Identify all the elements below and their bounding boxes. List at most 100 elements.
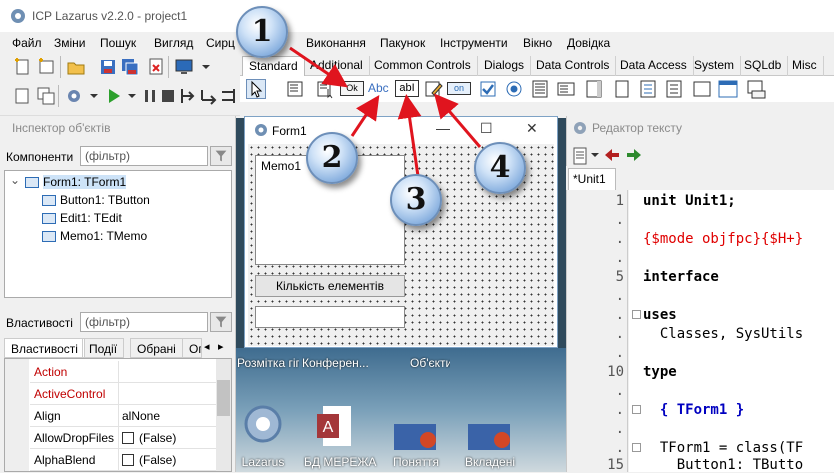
menu-search[interactable]: Пошук	[100, 36, 136, 50]
property-row-alphablend[interactable]: AlphaBlend (False)	[30, 449, 216, 471]
filter-icon[interactable]	[210, 312, 232, 332]
chevron-down-icon[interactable]	[590, 150, 600, 160]
lazarus-desktop-icon[interactable]	[243, 402, 283, 450]
menu-edit[interactable]: Зміни	[54, 36, 86, 50]
step-out-icon[interactable]	[218, 86, 238, 106]
tab-unit1[interactable]: *Unit1	[568, 168, 616, 190]
open-icon[interactable]	[66, 57, 86, 77]
close-file-icon[interactable]	[146, 57, 166, 77]
menu-run[interactable]: Виконання	[306, 36, 366, 50]
save-all-icon[interactable]	[120, 57, 140, 77]
tree-node-edit1[interactable]: Edit1: TEdit	[60, 211, 122, 225]
toggle-box-component-icon[interactable]: on	[447, 82, 471, 95]
fold-marker[interactable]	[632, 443, 641, 452]
edit1-control[interactable]	[255, 306, 405, 328]
main-menu-component-icon[interactable]	[286, 79, 306, 99]
button1-control[interactable]: Кількість елементів	[255, 275, 405, 297]
scrollbar-thumb[interactable]	[217, 380, 230, 416]
chevron-down-icon[interactable]	[84, 86, 104, 106]
checkgroup-component-icon[interactable]	[664, 79, 684, 99]
powerpoint-file-icon[interactable]	[466, 422, 512, 452]
tree-collapse-icon[interactable]: ⌄	[10, 173, 20, 187]
run-icon[interactable]	[104, 86, 124, 106]
tab-data-controls[interactable]: Data Controls	[530, 56, 617, 76]
pause-icon[interactable]	[140, 86, 160, 106]
radio-button-component-icon[interactable]	[504, 79, 524, 99]
panel-component-icon[interactable]	[692, 79, 712, 99]
fold-marker[interactable]	[632, 405, 641, 414]
tab-scroll-right-icon[interactable]: ▸	[218, 340, 224, 353]
chevron-down-icon[interactable]	[196, 57, 216, 77]
scrollbar-component-icon[interactable]	[584, 79, 604, 99]
save-icon[interactable]	[98, 57, 118, 77]
tab-restricted[interactable]: Ог	[182, 338, 202, 358]
listbox-component-icon[interactable]	[530, 79, 550, 99]
menu-file[interactable]: Файл	[12, 36, 42, 50]
maximize-icon[interactable]: ☐	[480, 120, 493, 137]
popup-menu-component-icon[interactable]	[316, 79, 336, 99]
frame-component-icon[interactable]	[718, 79, 738, 99]
property-row-align[interactable]: Align alNone	[30, 405, 216, 427]
filter-icon[interactable]	[210, 146, 232, 166]
forward-arrow-icon[interactable]	[626, 148, 642, 162]
tab-sqldb[interactable]: SQLdb	[738, 56, 789, 76]
actionlist-component-icon[interactable]	[746, 79, 766, 99]
tab-common-controls[interactable]: Common Controls	[368, 56, 478, 76]
editor-page-icon[interactable]	[570, 147, 590, 165]
tab-additional[interactable]: Additional	[304, 56, 370, 76]
desktop-label-markup[interactable]: Розмітка гіпертекс...	[237, 356, 299, 370]
properties-filter-input[interactable]: (фільтр)	[80, 312, 208, 332]
menu-source[interactable]: Сирц	[206, 36, 235, 50]
desktop-label-conference[interactable]: Конферен... Zoom.pdf	[302, 356, 368, 370]
step-over-icon[interactable]	[198, 86, 218, 106]
back-arrow-icon[interactable]	[604, 148, 620, 162]
minimize-icon[interactable]: —	[436, 120, 450, 136]
tab-system[interactable]: System	[688, 56, 742, 76]
tab-misc[interactable]: Misc	[786, 56, 824, 76]
property-row-activecontrol[interactable]: ActiveControl	[30, 383, 216, 405]
gear-icon[interactable]	[64, 86, 84, 106]
fold-marker[interactable]	[632, 310, 641, 319]
close-icon[interactable]: ✕	[526, 120, 538, 137]
pointer-icon[interactable]	[246, 79, 266, 99]
tab-scroll-left-icon[interactable]: ◂	[204, 340, 210, 353]
access-db-icon[interactable]: A	[315, 404, 355, 450]
menu-package[interactable]: Пакунок	[380, 36, 425, 50]
edit-component-icon[interactable]: abI	[395, 80, 419, 97]
tree-node-form1[interactable]: Form1: TForm1	[43, 175, 127, 189]
tree-node-memo1[interactable]: Memo1: TMemo	[60, 229, 147, 243]
menu-tools[interactable]: Інструменти	[440, 36, 508, 50]
powerpoint-file-icon[interactable]	[392, 422, 438, 452]
tab-events[interactable]: Події	[82, 338, 125, 358]
checkbox[interactable]	[122, 432, 134, 444]
checkbox[interactable]	[122, 454, 134, 466]
menu-help[interactable]: Довідка	[567, 36, 610, 50]
button-component-icon[interactable]: Ok	[340, 81, 364, 96]
stop-icon[interactable]	[158, 86, 178, 106]
property-row-action[interactable]: Action	[30, 361, 216, 383]
new-form-icon[interactable]	[36, 57, 56, 77]
checkbox-component-icon[interactable]	[478, 79, 498, 99]
step-into-icon[interactable]	[178, 86, 198, 106]
combobox-component-icon[interactable]	[556, 79, 576, 99]
label-component-icon[interactable]: Abc	[368, 81, 389, 95]
tab-favorites[interactable]: Обрані	[130, 338, 183, 358]
tab-standard[interactable]: Standard	[242, 56, 305, 76]
chevron-down-icon[interactable]	[122, 86, 142, 106]
tab-properties[interactable]: Властивості	[4, 338, 85, 358]
menu-view[interactable]: Вигляд	[154, 36, 193, 50]
desktop-label-objects[interactable]: Об'єкти та події. Вк...	[410, 356, 450, 370]
groupbox-component-icon[interactable]	[612, 79, 632, 99]
radiogroup-component-icon[interactable]	[638, 79, 658, 99]
new-unit-icon[interactable]	[12, 57, 32, 77]
inspector-splitter[interactable]	[0, 300, 236, 308]
monitor-icon[interactable]	[174, 57, 194, 77]
memo-component-icon[interactable]	[424, 79, 444, 99]
tab-data-access[interactable]: Data Access	[614, 56, 694, 76]
view-units-icon[interactable]	[12, 86, 32, 106]
tab-dialogs[interactable]: Dialogs	[478, 56, 532, 76]
tree-node-button1[interactable]: Button1: TButton	[60, 193, 150, 207]
components-filter-input[interactable]: (фільтр)	[80, 146, 208, 166]
property-row-allowdropfiles[interactable]: AllowDropFiles (False)	[30, 427, 216, 449]
view-forms-icon[interactable]	[36, 86, 56, 106]
